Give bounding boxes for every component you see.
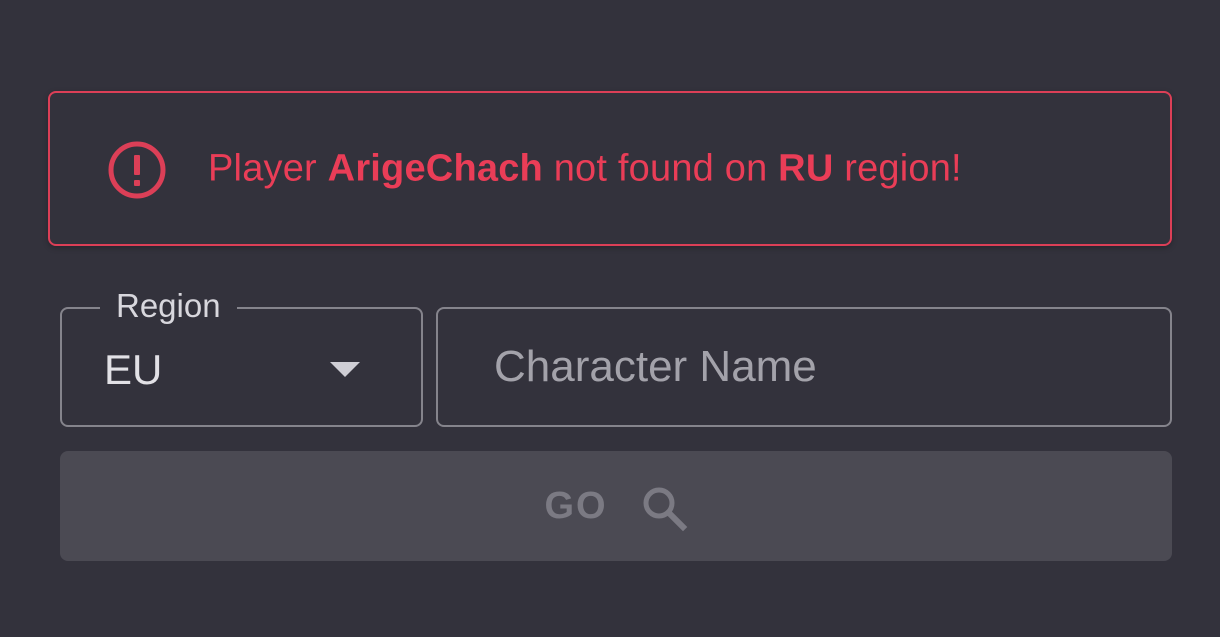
- player-name: ArigeChach: [327, 147, 543, 189]
- error-suffix: region!: [833, 147, 962, 189]
- error-prefix: Player: [208, 147, 328, 189]
- character-name-input[interactable]: [438, 309, 1170, 425]
- region-label: Region: [100, 286, 237, 326]
- alert-circle-icon: [108, 141, 166, 199]
- region-name: RU: [778, 147, 834, 189]
- region-select[interactable]: Region EU: [60, 286, 423, 427]
- character-name-field: [436, 307, 1172, 427]
- search-icon: [643, 487, 687, 532]
- error-middle: not found on: [542, 147, 779, 189]
- error-message: Player ArigeChach not found on RU region…: [208, 147, 962, 190]
- go-label: GO: [544, 484, 608, 527]
- search-page: Player ArigeChach not found on RU region…: [0, 0, 1220, 637]
- dropdown-arrow-icon: [330, 362, 360, 377]
- go-button[interactable]: GO: [60, 451, 1172, 561]
- region-value: EU: [104, 346, 163, 393]
- error-alert: Player ArigeChach not found on RU region…: [48, 91, 1172, 246]
